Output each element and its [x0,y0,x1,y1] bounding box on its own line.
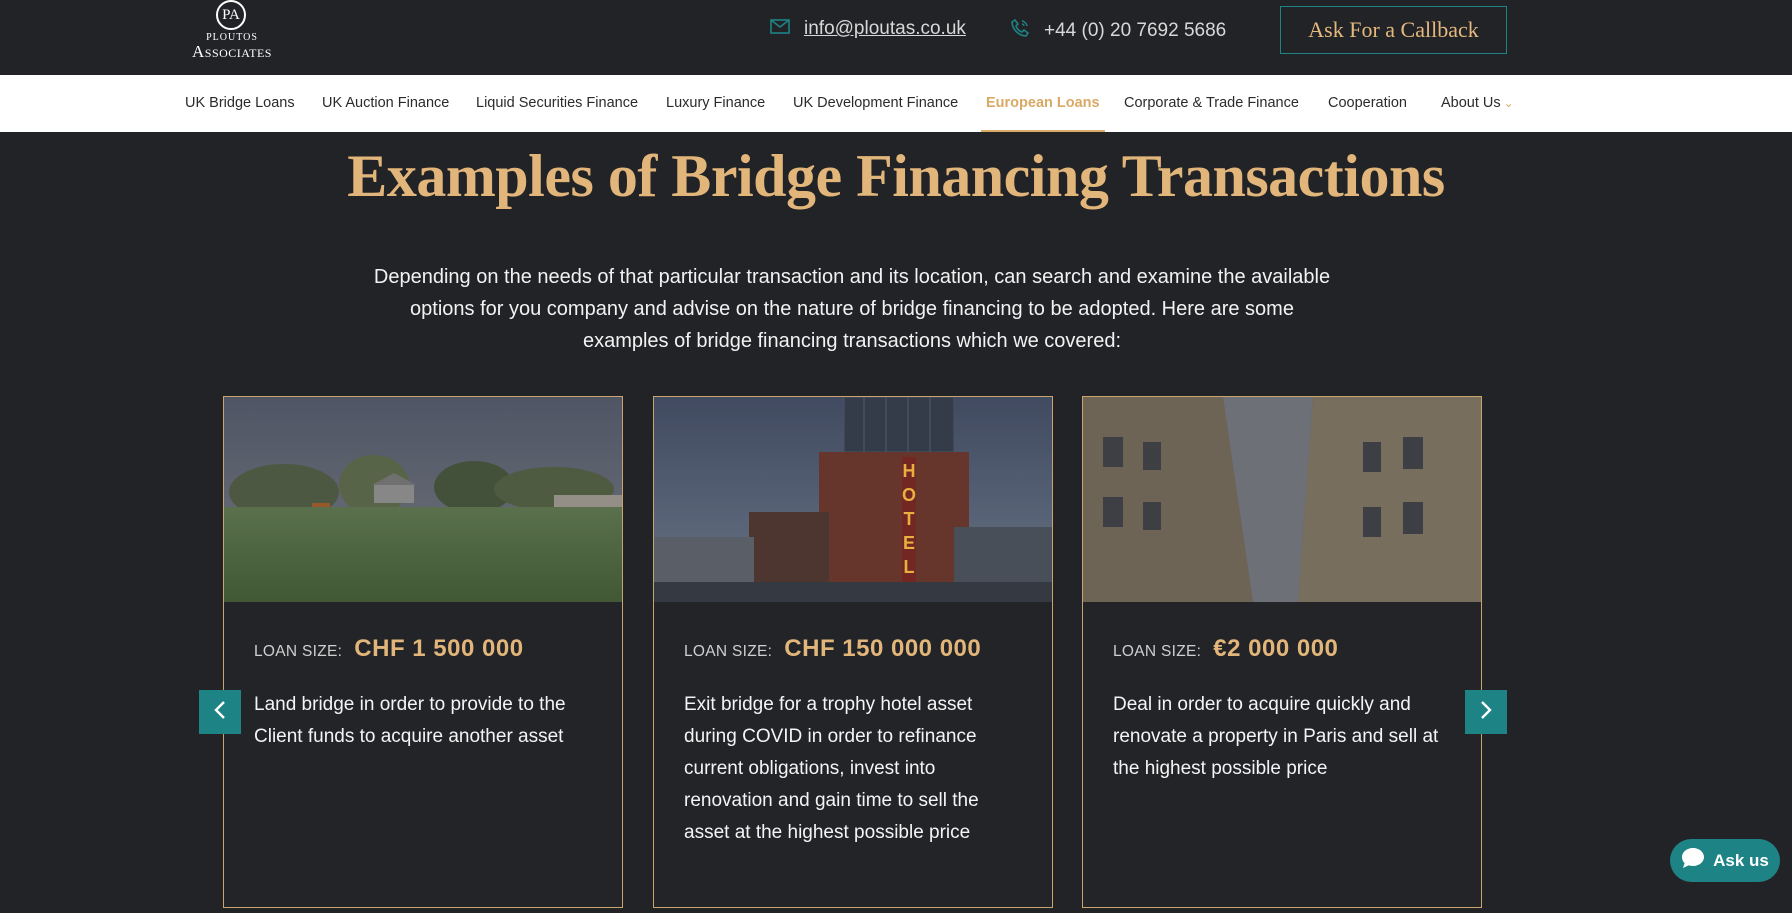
hotel-sign-letter: O [902,485,916,505]
logo[interactable]: PA PLOUTOS Associates [182,0,282,66]
loan-size: LOAN SIZE: €2 000 000 [1113,635,1338,663]
card-description: Land bridge in order to provide to the C… [254,694,566,747]
nav-item-about-us[interactable]: About Us ⌄ [1441,75,1514,132]
chevron-right-icon [1479,700,1493,725]
carousel-next-button[interactable] [1465,690,1507,734]
chevron-left-icon [213,700,227,725]
logo-line-2: Associates [192,42,272,61]
nav-item-uk-development-finance[interactable]: UK Development Finance [793,75,958,132]
chat-bubble-icon [1681,847,1705,874]
transaction-card: LOAN SIZE: €2 000 000 Deal in order to a… [1082,396,1482,908]
chevron-down-icon: ⌄ [1503,96,1514,110]
loan-size-value: CHF 1 500 000 [354,635,524,662]
phone-icon [1010,18,1030,43]
hotel-building-image: HOTEL [654,397,1052,602]
callback-button[interactable]: Ask For a Callback [1280,6,1507,54]
envelope-icon [770,19,790,39]
paris-street-image [1083,397,1481,602]
card-description: Exit bridge for a trophy hotel asset dur… [684,694,979,843]
nav-item-uk-auction-finance[interactable]: UK Auction Finance [322,75,449,132]
nav-item-about-us-label: About Us [1441,95,1501,111]
email-link[interactable]: info@ploutas.co.uk [804,18,966,40]
chat-button-label: Ask us [1713,850,1769,870]
hotel-sign-letter: H [903,461,916,481]
email-contact[interactable]: info@ploutas.co.uk [770,18,966,40]
nav-item-uk-bridge-loans[interactable]: UK Bridge Loans [185,75,295,132]
loan-size-value: €2 000 000 [1213,635,1339,662]
transaction-card: LOAN SIZE: CHF 1 500 000 Land bridge in … [223,396,623,908]
loan-size-label: LOAN SIZE: [254,643,343,660]
nav-item-luxury-finance[interactable]: Luxury Finance [666,75,765,132]
phone-number[interactable]: +44 (0) 20 7692 5686 [1044,20,1226,42]
loan-size-value: CHF 150 000 000 [784,635,982,662]
logo-monogram: PA [216,0,246,30]
loan-size-label: LOAN SIZE: [1113,643,1202,660]
chat-button[interactable]: Ask us [1670,839,1780,882]
section-title: Examples of Bridge Financing Transaction… [347,143,1445,209]
field-landscape-image [224,397,622,602]
nav-item-cooperation[interactable]: Cooperation [1328,75,1407,132]
main-nav: UK Bridge Loans UK Auction Finance Liqui… [0,75,1792,132]
hotel-sign-letter: L [904,557,915,577]
nav-item-european-loans[interactable]: European Loans [981,75,1105,132]
hotel-sign-letter: T [904,509,915,529]
transaction-card: HOTEL LOAN SIZE: CHF 150 000 000 Exit br… [653,396,1053,908]
loan-size: LOAN SIZE: CHF 1 500 000 [254,635,524,663]
nav-item-liquid-securities-finance[interactable]: Liquid Securities Finance [476,75,638,132]
section-intro: Depending on the needs of that particula… [373,266,1331,352]
loan-size: LOAN SIZE: CHF 150 000 000 [684,635,981,663]
card-description: Deal in order to acquire quickly and ren… [1113,694,1439,779]
nav-item-corporate-trade-finance[interactable]: Corporate & Trade Finance [1124,75,1299,132]
carousel-prev-button[interactable] [199,690,241,734]
hotel-sign-letter: E [903,533,915,553]
loan-size-label: LOAN SIZE: [684,643,773,660]
phone-contact[interactable]: +44 (0) 20 7692 5686 [1010,18,1226,43]
top-header: PA PLOUTOS Associates info@ploutas.co.uk… [0,0,1792,75]
